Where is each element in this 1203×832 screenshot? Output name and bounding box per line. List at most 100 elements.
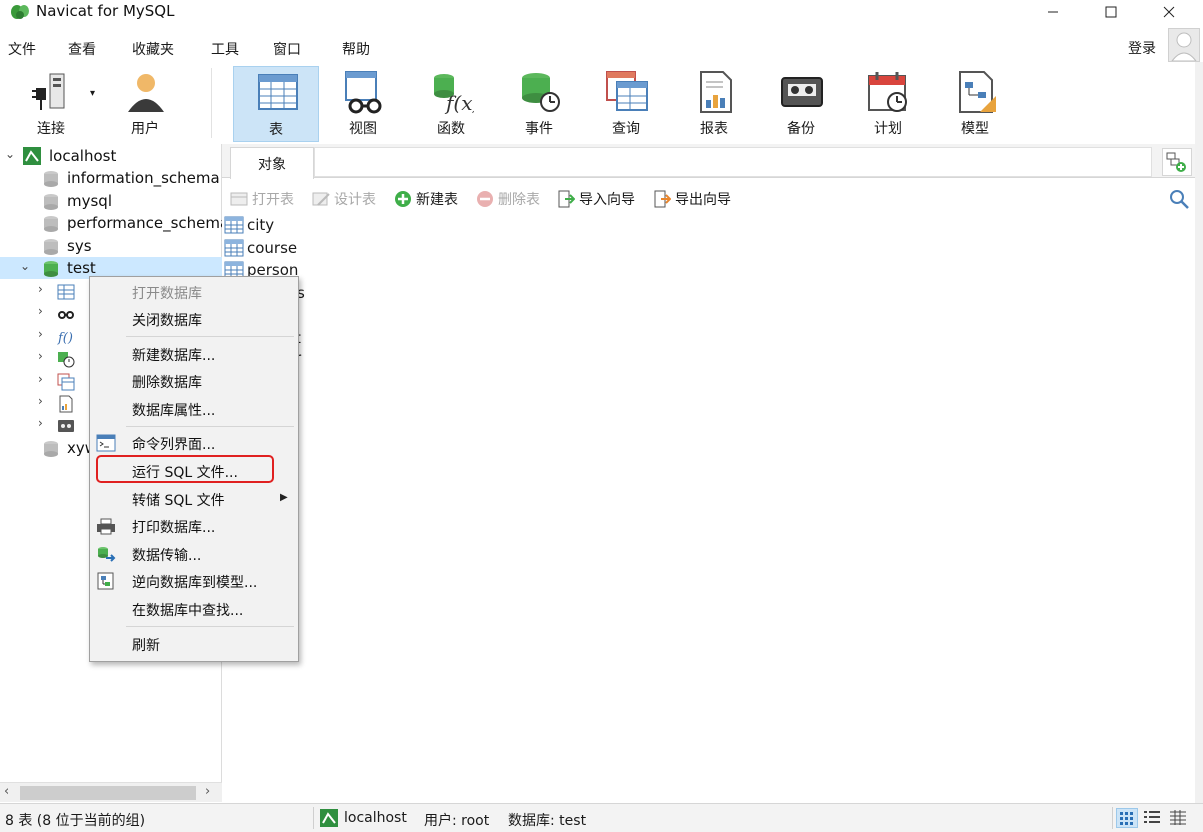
menu-favorites[interactable]: 收藏夹 [132,39,174,59]
plug-icon [32,73,65,110]
menu-view[interactable]: 查看 [68,39,96,59]
scroll-right-icon[interactable]: › [205,784,210,799]
collapse-arrow-icon[interactable]: ⌄ [20,259,30,273]
mysql-connection-icon [23,147,41,165]
menu-dump-sql-file[interactable]: 转储 SQL 文件 ▶ [92,486,296,512]
report-icon [59,395,73,413]
import-wizard-button[interactable]: 导入向导 [557,188,635,210]
minimize-icon [1048,11,1058,13]
toolbar-function-button[interactable]: f(x) 函数 [408,66,494,142]
avatar[interactable] [1168,28,1200,62]
search-icon[interactable] [1168,188,1190,210]
menu-open-database[interactable]: 打开数据库 [92,279,296,305]
expand-arrow-icon[interactable]: › [38,416,43,430]
function-icon: f() [57,331,73,346]
object-name: course [247,239,298,257]
menu-console[interactable]: 命令列界面... [92,430,296,456]
tree-horizontal-scrollbar[interactable]: ‹ › [0,782,222,802]
maximize-button[interactable] [1088,0,1134,24]
scrollbar-thumb[interactable] [20,786,196,800]
query-icon [57,373,75,391]
export-wizard-button[interactable]: 导出向导 [653,188,731,210]
scroll-left-icon[interactable]: ‹ [4,784,9,799]
menu-help[interactable]: 帮助 [342,39,370,59]
toolbar-backup-button[interactable]: 备份 [758,66,844,142]
collapse-arrow-icon[interactable]: ⌄ [5,147,15,161]
toolbar-user-label: 用户 [131,121,159,137]
toolbar-table-button[interactable]: 表 [233,66,319,142]
toolbar-schedule-label: 计划 [874,121,902,137]
toolbar-schedule-button[interactable]: 计划 [845,66,931,142]
view-list-button[interactable] [1142,808,1164,828]
view-detail-button[interactable] [1168,808,1190,828]
window-title: Navicat for MySQL [36,2,175,20]
import-icon [558,190,575,208]
menu-separator [126,626,294,627]
menu-delete-database[interactable]: 删除数据库 [92,368,296,394]
toolbar-query-button[interactable]: 查询 [583,66,669,142]
expand-arrow-icon[interactable]: › [38,327,43,341]
tree-db-label: performance_schema [67,214,230,232]
status-host: localhost [344,810,407,826]
tree-db-mysql[interactable]: mysql [0,190,222,212]
toolbar-report-button[interactable]: 报表 [671,66,757,142]
menu-tools[interactable]: 工具 [211,39,239,59]
toolbar-user-button[interactable]: 用户 [102,66,188,142]
expand-arrow-icon[interactable]: › [38,304,43,318]
expand-arrow-icon[interactable]: › [38,349,43,363]
dropdown-arrow-icon[interactable]: ▾ [90,88,95,99]
menu-separator [126,336,294,337]
tree-db-performance-schema[interactable]: performance_schema [0,212,229,234]
list-item[interactable]: course [224,237,297,259]
object-tab-bar: 对象 [222,144,1195,179]
export-icon [654,190,671,208]
tree-db-sys[interactable]: sys [0,235,222,257]
menu-new-database[interactable]: 新建数据库... [92,341,296,367]
tree-connection-localhost[interactable]: ⌄ localhost [0,145,222,167]
model-icon [959,71,996,113]
menu-reverse-to-model[interactable]: 逆向数据库到模型... [92,568,296,594]
menu-label: 打印数据库... [132,520,216,536]
menu-print-database[interactable]: 打印数据库... [92,513,296,539]
database-green-icon [44,261,58,277]
tab-objects[interactable]: 对象 [230,147,314,179]
expand-arrow-icon[interactable]: › [38,394,43,408]
close-button[interactable] [1146,0,1192,24]
database-gray-icon [44,194,58,210]
table-icon [224,216,244,234]
new-tab-button[interactable] [1162,148,1192,176]
menu-close-database[interactable]: 关闭数据库 [92,306,296,332]
expand-arrow-icon[interactable]: › [38,372,43,386]
function-icon: f(x) [434,74,474,114]
login-link[interactable]: 登录 [1128,38,1156,58]
design-table-button[interactable]: 设计表 [312,188,376,210]
menu-database-properties[interactable]: 数据库属性... [92,396,296,422]
toolbar-view-button[interactable]: 视图 [320,66,406,142]
import-wizard-label: 导入向导 [579,192,635,208]
new-table-button[interactable]: 新建表 [394,188,458,210]
detail-view-icon [1170,810,1186,825]
tree-db-information-schema[interactable]: information_schema [0,167,222,189]
tree-db-label: sys [67,237,92,255]
view-grid-button[interactable] [1116,808,1138,828]
delete-table-button[interactable]: 删除表 [476,188,540,210]
open-table-button[interactable]: 打开表 [230,188,294,210]
toolbar-model-button[interactable]: 模型 [932,66,1018,142]
list-item[interactable]: city [224,214,274,236]
open-table-icon [230,192,248,206]
toolbar-connect-button[interactable]: 连接 ▾ [8,66,95,142]
minimize-button[interactable] [1030,0,1076,24]
title-bar: Navicat for MySQL [0,0,1203,24]
tree-connection-label: localhost [49,147,117,165]
object-action-bar: 打开表 设计表 新建表 删除表 导入向导 导出向导 [222,182,1195,214]
svg-text:f(x): f(x) [444,91,474,114]
toolbar-view-label: 视图 [349,121,377,137]
expand-arrow-icon[interactable]: › [38,282,43,296]
menu-window[interactable]: 窗口 [273,39,301,59]
menu-data-transfer[interactable]: 数据传输... [92,541,296,567]
toolbar-event-button[interactable]: 事件 [496,66,582,142]
menu-file[interactable]: 文件 [8,39,36,59]
menu-find-in-database[interactable]: 在数据库中查找... [92,596,296,622]
menu-refresh[interactable]: 刷新 [92,631,296,657]
menu-label: 刷新 [132,638,160,654]
